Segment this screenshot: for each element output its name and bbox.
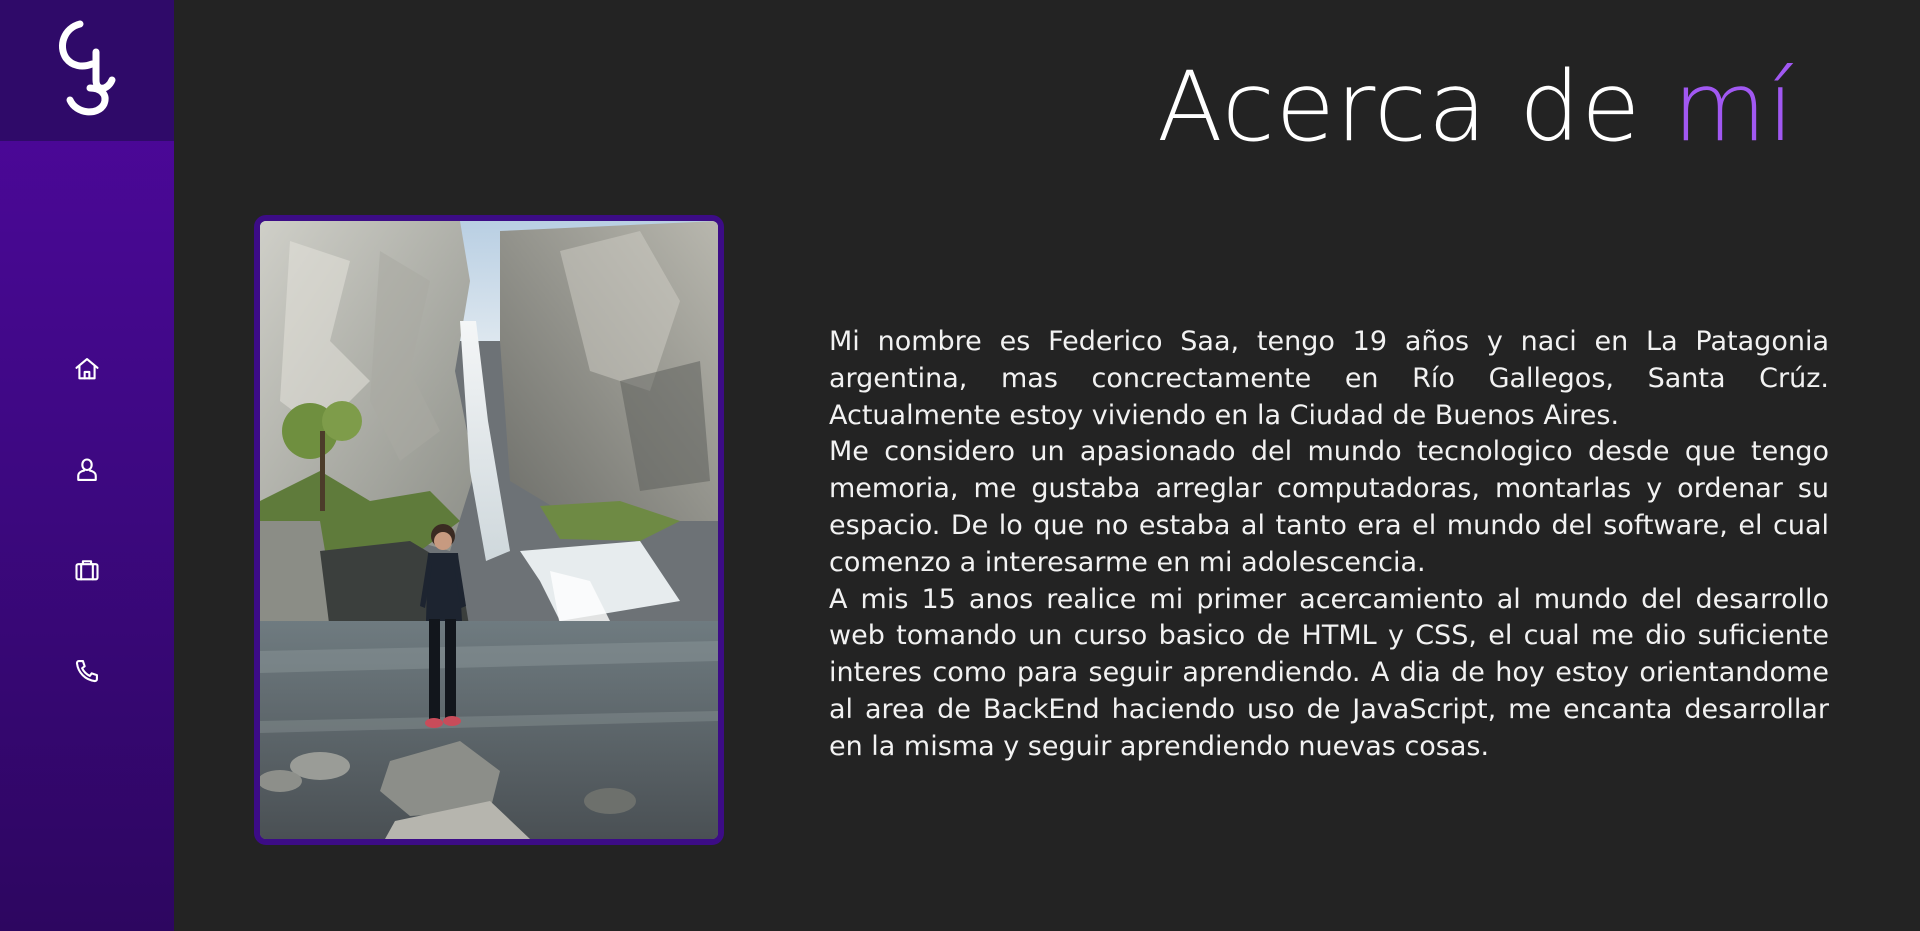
bio-paragraph: Me considero un apasionado del mundo tec… bbox=[829, 436, 1829, 578]
logo-box[interactable] bbox=[0, 0, 174, 141]
home-icon[interactable] bbox=[73, 355, 101, 383]
bio-paragraph: A mis 15 anos realice mi primer acercami… bbox=[829, 583, 1829, 762]
sidebar bbox=[0, 0, 174, 931]
bio-paragraph: Mi nombre es Federico Saa, tengo 19 años… bbox=[829, 326, 1829, 431]
waterfall-portrait-image bbox=[260, 221, 718, 839]
phone-icon[interactable] bbox=[73, 657, 101, 685]
page-title: Acerca de mí bbox=[1157, 50, 1795, 165]
nav-portfolio[interactable] bbox=[67, 550, 107, 590]
nav-home[interactable] bbox=[67, 349, 107, 389]
fs-monogram-logo-icon[interactable] bbox=[50, 18, 122, 122]
nav-about[interactable] bbox=[67, 450, 107, 490]
main-content: Acerca de mí Mi nombre es Federico Saa, … bbox=[174, 0, 1920, 931]
briefcase-icon[interactable] bbox=[73, 556, 101, 584]
page-title-main: Acerca de bbox=[1156, 51, 1673, 163]
page-title-accent: mí bbox=[1672, 51, 1795, 163]
user-icon[interactable] bbox=[73, 456, 101, 484]
bio-text: Mi nombre es Federico Saa, tengo 19 años… bbox=[829, 324, 1829, 766]
profile-photo bbox=[254, 215, 724, 845]
nav-contact[interactable] bbox=[67, 651, 107, 691]
